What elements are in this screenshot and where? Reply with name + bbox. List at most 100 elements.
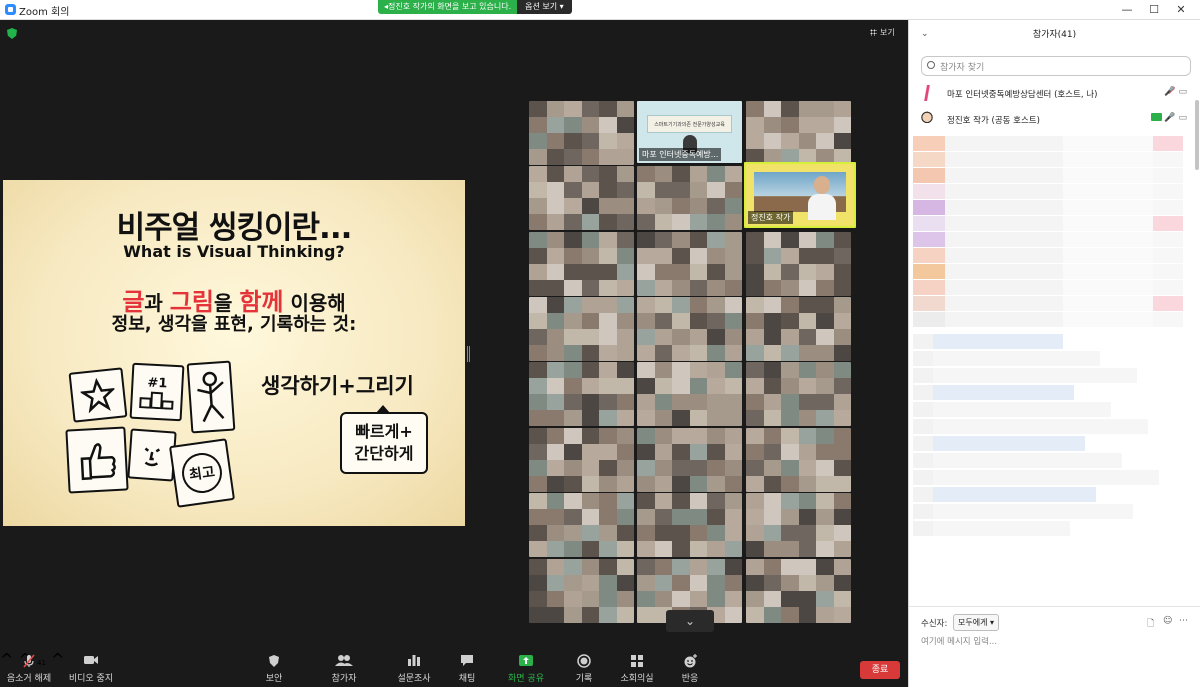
share-screen-icon	[504, 654, 548, 668]
security-button[interactable]: 보안	[256, 654, 292, 684]
participant-row-blurred[interactable]	[913, 312, 1183, 327]
participant-row-blurred[interactable]	[913, 419, 1148, 434]
participant-video-tile-mapo[interactable]: 스마트기기과의존 전문가양성교육 마포 인터넷중독예방...	[637, 101, 742, 163]
ranking-card-icon: #1	[129, 362, 185, 422]
participant-video-tile-active-speaker[interactable]: 정진호 작가	[744, 162, 856, 228]
participant-row-blurred[interactable]	[913, 351, 1100, 366]
end-meeting-button[interactable]: 종료	[860, 661, 900, 679]
participant-status-icons: 🎤 ▭	[1150, 113, 1187, 123]
record-button[interactable]: 기록	[568, 654, 600, 684]
participant-row-blurred[interactable]	[913, 296, 1183, 311]
maximize-button[interactable]: ☐	[1141, 2, 1167, 18]
video-camera-icon	[68, 654, 114, 668]
video-camera-icon: ▭	[1178, 87, 1187, 97]
view-options-button[interactable]: 옵션 보기 ▾	[517, 0, 572, 14]
close-button[interactable]: ✕	[1168, 2, 1194, 18]
participant-row-blurred[interactable]	[913, 402, 1111, 417]
participant-row-blurred[interactable]	[913, 136, 1183, 151]
participant-row-blurred[interactable]	[913, 232, 1183, 247]
participant-row-blurred[interactable]	[913, 200, 1183, 215]
meeting-toolbar: 음소거 해제 ^ 비디오 중지 ^ 보안 참가자 41 설문조사 채팅 화면 공…	[0, 650, 908, 687]
split-handle[interactable]	[467, 346, 470, 362]
breakout-rooms-button[interactable]: 소회의실	[616, 654, 658, 684]
participant-video-tile[interactable]	[746, 297, 851, 361]
avatar	[919, 85, 935, 101]
participant-video-tile[interactable]	[529, 232, 634, 296]
participant-row-blurred[interactable]	[913, 168, 1183, 183]
stop-video-button[interactable]: 비디오 중지	[68, 654, 114, 684]
gallery-next-page-button[interactable]: ⌄	[666, 610, 714, 632]
participant-video-tile[interactable]	[529, 362, 634, 426]
participant-video-tile[interactable]	[746, 362, 851, 426]
minimize-button[interactable]: —	[1114, 2, 1140, 18]
participant-video-tile[interactable]	[529, 559, 634, 623]
share-banner: ◂정진호 작가의 화면을 보고 있습니다. 옵션 보기 ▾	[378, 0, 572, 14]
share-screen-button[interactable]: 화면 공유	[504, 654, 548, 684]
best-stamp-card-icon: 최고	[168, 438, 236, 508]
encryption-shield-icon[interactable]	[7, 28, 17, 39]
video-camera-icon: ▭	[1178, 113, 1187, 123]
participant-video-tile[interactable]	[529, 297, 634, 361]
grid-icon	[870, 29, 877, 36]
tile-slide-text: 스마트기기과의존 전문가양성교육	[647, 115, 732, 133]
participant-row-blurred[interactable]	[913, 334, 1063, 349]
people-icon	[326, 654, 362, 668]
participant-row-blurred[interactable]	[913, 184, 1183, 199]
more-icon[interactable]: ⋯	[1179, 616, 1188, 626]
shield-icon	[256, 654, 292, 668]
participants-button[interactable]: 참가자	[326, 654, 362, 684]
file-icon[interactable]: 🗋	[1147, 616, 1154, 632]
participant-row-blurred[interactable]	[913, 368, 1137, 383]
participant-video-tile[interactable]	[637, 362, 742, 426]
participant-video-tile[interactable]	[529, 166, 634, 230]
participant-video-tile[interactable]	[637, 297, 742, 361]
share-options-caret[interactable]: ^	[51, 650, 64, 669]
participant-row-blurred[interactable]	[913, 280, 1183, 295]
participant-row[interactable]: 마포 인터넷중독예방상담센터 (호스트, 나) 🎤̸ ▭	[909, 80, 1193, 106]
participant-video-tile[interactable]	[529, 428, 634, 492]
participant-video-tile[interactable]	[637, 428, 742, 492]
panel-scrollbar[interactable]	[1195, 100, 1199, 170]
participant-row-blurred[interactable]	[913, 521, 1070, 536]
meeting-view: 보기 비주얼 씽킹이란... What is Visual Thinking? …	[0, 20, 908, 650]
record-icon	[568, 654, 600, 668]
emoji-icon[interactable]: ☺	[1163, 616, 1172, 626]
participant-row-blurred[interactable]	[913, 216, 1183, 231]
mic-muted-icon: 🎤̸	[1164, 87, 1176, 97]
window-title: Zoom 회의	[19, 7, 70, 18]
view-button[interactable]: 보기	[870, 27, 895, 38]
unmute-button[interactable]: 음소거 해제	[6, 654, 52, 684]
participant-video-tile[interactable]	[529, 493, 634, 557]
chat-button[interactable]: 채팅	[450, 654, 484, 684]
participant-row-blurred[interactable]	[913, 152, 1183, 167]
mic-muted-icon	[6, 654, 52, 668]
participant-row-blurred[interactable]	[913, 487, 1096, 502]
participant-search-input[interactable]: 참가자 찾기	[921, 56, 1191, 76]
participant-row-blurred[interactable]	[913, 385, 1074, 400]
participant-video-tile[interactable]	[746, 559, 851, 623]
participant-row-blurred[interactable]	[913, 264, 1183, 279]
participant-video-tile[interactable]	[746, 101, 851, 165]
participant-video-tile[interactable]	[746, 493, 851, 557]
participant-video-tile[interactable]	[637, 232, 742, 296]
participant-video-tile[interactable]	[637, 166, 742, 230]
person-card-icon	[186, 360, 236, 434]
participant-video-tile[interactable]	[746, 428, 851, 492]
participant-row-blurred[interactable]	[913, 470, 1159, 485]
participant-row-blurred[interactable]	[913, 436, 1085, 451]
participant-row-blurred[interactable]	[913, 504, 1133, 519]
polls-button[interactable]: 설문조사	[394, 654, 434, 684]
reactions-button[interactable]: 반응	[674, 654, 706, 684]
slide-subtitle: What is Visual Thinking?	[123, 242, 345, 261]
participant-video-tile[interactable]	[529, 101, 634, 165]
participant-row[interactable]: 정진호 작가 (공동 호스트) 🎤 ▭	[909, 106, 1193, 132]
participant-video-tile[interactable]	[637, 493, 742, 557]
slide-line-2: 정보, 생각을 표현, 기록하는 것:	[111, 314, 357, 335]
participant-video-tile[interactable]	[746, 232, 851, 296]
participant-row-blurred[interactable]	[913, 453, 1122, 468]
chat-message-input[interactable]: 여기에 메시지 입력...	[921, 635, 997, 647]
participant-row-blurred[interactable]	[913, 248, 1183, 263]
chat-recipient-select[interactable]: 모두에게 ▾	[953, 614, 1000, 631]
slide-speech-bubble: 빠르게+ 간단하게	[340, 405, 428, 474]
breakout-grid-icon	[616, 654, 658, 668]
